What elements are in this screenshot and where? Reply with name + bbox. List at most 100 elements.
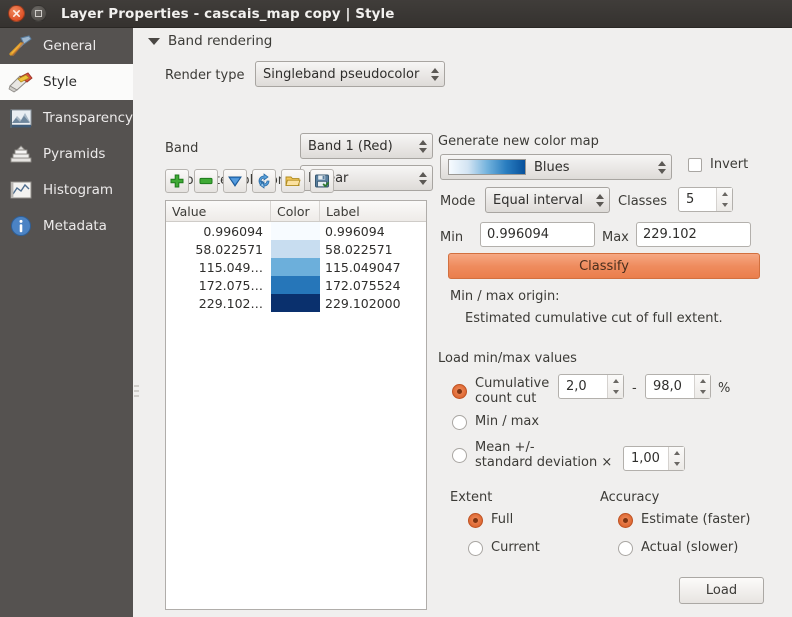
- sidebar-item-label: Metadata: [43, 218, 107, 234]
- cell-color-swatch[interactable]: [271, 294, 320, 312]
- table-row[interactable]: 115.049… 115.049047: [166, 258, 426, 276]
- add-entry-button[interactable]: [165, 169, 189, 193]
- render-type-value: Singleband pseudocolor: [263, 67, 425, 82]
- stddev-spinbox[interactable]: 1,00: [623, 446, 685, 471]
- band-select[interactable]: Band 1 (Red): [300, 133, 433, 159]
- splitter[interactable]: [133, 28, 140, 617]
- sidebar-item-pyramids[interactable]: Pyramids: [0, 136, 133, 172]
- stepper-up[interactable]: [717, 188, 732, 200]
- cumulative-high-spinbox[interactable]: 98,0: [645, 374, 711, 399]
- table-row[interactable]: 58.022571 58.022571: [166, 240, 426, 258]
- maximize-icon[interactable]: [30, 5, 47, 22]
- table-row[interactable]: 0.996094 0.996094: [166, 222, 426, 240]
- cumulative-high-value: 98,0: [646, 379, 694, 394]
- cell-color-swatch[interactable]: [271, 276, 320, 294]
- mean-stddev-label: Mean +/- standard deviation ×: [475, 441, 612, 471]
- cell-label[interactable]: 229.102000: [320, 294, 426, 312]
- sidebar-item-metadata[interactable]: Metadata: [0, 208, 133, 244]
- invert-checkbox[interactable]: [688, 158, 702, 172]
- band-rendering-title: Band rendering: [168, 33, 272, 49]
- save-file-button[interactable]: [310, 169, 334, 193]
- mode-select[interactable]: Equal interval: [485, 187, 610, 213]
- cumulative-low-stepper[interactable]: [607, 375, 623, 398]
- cell-label[interactable]: 0.996094: [320, 222, 426, 240]
- stepper-down[interactable]: [669, 459, 684, 471]
- cell-label[interactable]: 58.022571: [320, 240, 426, 258]
- accuracy-estimate-radio-row[interactable]: Estimate (faster): [618, 513, 750, 528]
- stepper-up[interactable]: [695, 375, 710, 387]
- cell-color-swatch[interactable]: [271, 222, 320, 240]
- colormap-table[interactable]: Value Color Label 0.9960940.99609458.022…: [165, 200, 427, 610]
- stepper-up[interactable]: [608, 375, 623, 387]
- cumulative-high-stepper[interactable]: [694, 375, 710, 398]
- sidebar-item-histogram[interactable]: Histogram: [0, 172, 133, 208]
- sidebar-item-general[interactable]: General: [0, 28, 133, 64]
- column-header-label[interactable]: Label: [320, 201, 426, 221]
- cell-label[interactable]: 115.049047: [320, 258, 426, 276]
- sort-entries-button[interactable]: [223, 169, 247, 193]
- classify-button[interactable]: Classify: [448, 253, 760, 279]
- color-ramp-select[interactable]: Blues: [440, 154, 672, 180]
- maximize-glyph: [35, 10, 42, 17]
- classes-spinbox[interactable]: 5: [678, 187, 733, 212]
- stddev-stepper[interactable]: [668, 447, 684, 470]
- splitter-handle[interactable]: [133, 380, 140, 402]
- cell-color-swatch[interactable]: [271, 258, 320, 276]
- arrow-down-icon: [227, 173, 243, 189]
- table-row[interactable]: 229.102… 229.102000: [166, 294, 426, 312]
- min-input[interactable]: 0.996094: [480, 222, 595, 247]
- cumulative-count-cut-radio[interactable]: [452, 384, 467, 399]
- minmax-radio-row[interactable]: Min / max: [452, 415, 539, 430]
- hammer-icon: [8, 33, 34, 59]
- cell-value[interactable]: 58.022571: [166, 240, 271, 258]
- max-value: 229.102: [643, 227, 697, 242]
- reload-button[interactable]: [252, 169, 276, 193]
- stepper-up[interactable]: [669, 447, 684, 459]
- splitter-dash: [134, 395, 139, 397]
- table-row[interactable]: 172.075… 172.075524: [166, 276, 426, 294]
- column-header-color[interactable]: Color: [271, 201, 320, 221]
- sidebar-item-label: Histogram: [43, 182, 113, 198]
- band-rendering-group-header[interactable]: Band rendering: [148, 33, 272, 49]
- close-icon[interactable]: [8, 5, 25, 22]
- remove-entry-button[interactable]: [194, 169, 218, 193]
- info-icon: [8, 213, 34, 239]
- sidebar-item-transparency[interactable]: Transparency: [0, 100, 133, 136]
- extent-full-radio[interactable]: [468, 513, 483, 528]
- extent-full-radio-row[interactable]: Full: [468, 513, 513, 528]
- minmax-radio[interactable]: [452, 415, 467, 430]
- band-label: Band: [165, 141, 198, 156]
- load-button[interactable]: Load: [679, 577, 764, 604]
- max-input[interactable]: 229.102: [636, 222, 751, 247]
- cell-value[interactable]: 229.102…: [166, 294, 271, 312]
- accuracy-actual-radio[interactable]: [618, 541, 633, 556]
- cell-value[interactable]: 115.049…: [166, 258, 271, 276]
- plus-icon: [169, 173, 185, 189]
- extent-current-radio[interactable]: [468, 541, 483, 556]
- render-type-select[interactable]: Singleband pseudocolor: [255, 61, 445, 87]
- minus-icon: [198, 173, 214, 189]
- load-file-button[interactable]: [281, 169, 305, 193]
- mean-stddev-radio-row[interactable]: Mean +/- standard deviation ×: [452, 441, 612, 471]
- column-header-value[interactable]: Value: [166, 201, 271, 221]
- accuracy-estimate-radio[interactable]: [618, 513, 633, 528]
- cell-value[interactable]: 0.996094: [166, 222, 271, 240]
- sidebar-item-style[interactable]: Style: [0, 64, 133, 100]
- stepper-down[interactable]: [717, 200, 732, 212]
- mean-stddev-radio[interactable]: [452, 448, 467, 463]
- window-controls: [8, 5, 47, 22]
- cell-color-swatch[interactable]: [271, 240, 320, 258]
- sidebar-item-label: General: [43, 38, 96, 54]
- invert-checkbox-row[interactable]: Invert: [688, 158, 748, 173]
- cell-value[interactable]: 172.075…: [166, 276, 271, 294]
- stepper-down[interactable]: [695, 387, 710, 399]
- extent-current-radio-row[interactable]: Current: [468, 541, 540, 556]
- splitter-dash: [134, 390, 139, 392]
- stepper-down[interactable]: [608, 387, 623, 399]
- cumulative-low-spinbox[interactable]: 2,0: [558, 374, 624, 399]
- accuracy-actual-radio-row[interactable]: Actual (slower): [618, 541, 738, 556]
- cumulative-count-cut-radio-row[interactable]: Cumulative count cut: [452, 377, 549, 407]
- cell-label[interactable]: 172.075524: [320, 276, 426, 294]
- classes-stepper[interactable]: [716, 188, 732, 211]
- chevron-down-icon[interactable]: [148, 38, 160, 45]
